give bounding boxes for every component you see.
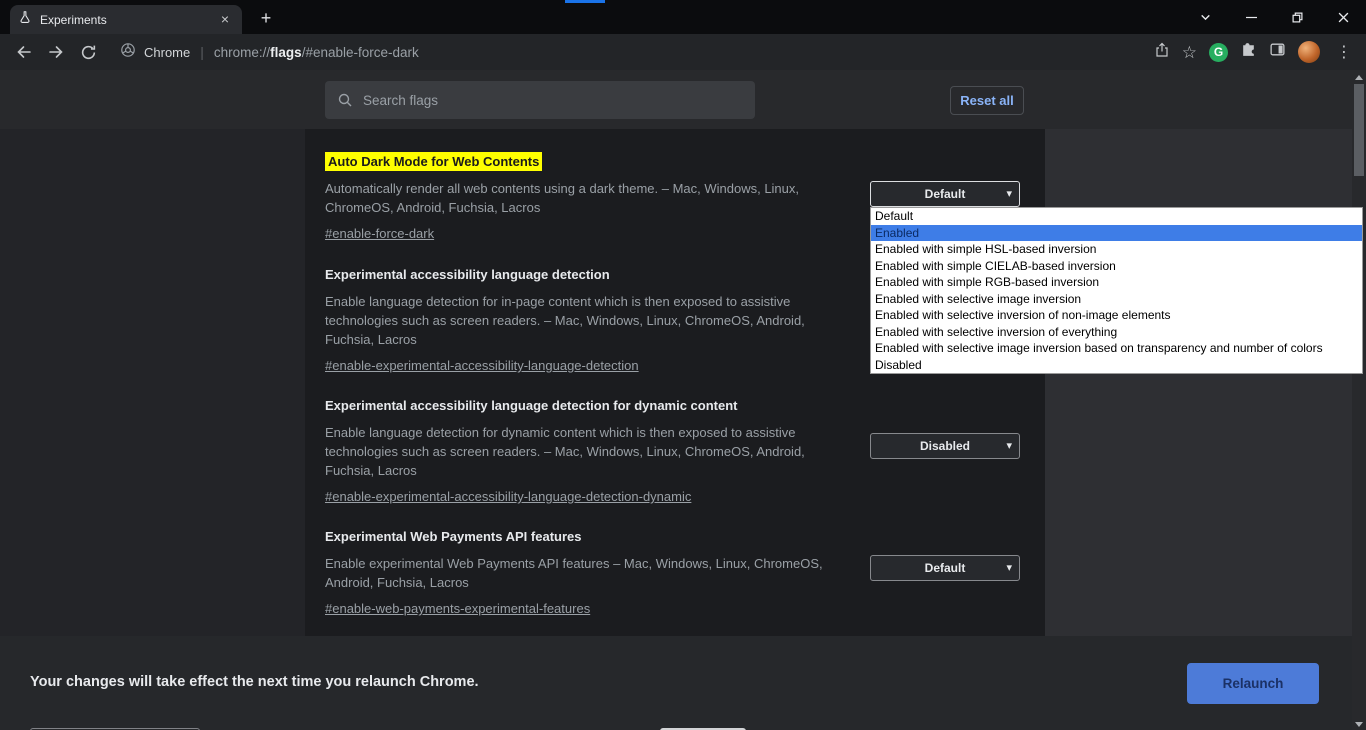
reload-button[interactable] (74, 38, 102, 66)
omnibox-divider: | (200, 44, 204, 60)
omnibox[interactable]: Chrome | chrome://flags/#enable-force-da… (120, 42, 419, 63)
flag-select-web-payments[interactable]: Default ▾ (870, 555, 1020, 581)
scrollbar-down-arrow[interactable] (1355, 722, 1363, 727)
search-flags-input[interactable] (325, 81, 755, 119)
flag-description: Automatically render all web contents us… (325, 181, 800, 215)
chevron-down-icon: ▾ (1006, 562, 1012, 574)
scrollbar[interactable] (1352, 70, 1366, 730)
flag-permalink[interactable]: #enable-experimental-accessibility-langu… (325, 358, 639, 373)
dropdown-option[interactable]: Enabled with selective inversion of ever… (871, 324, 1362, 341)
toolbar-actions: ☆ G ⋮ (1154, 41, 1356, 63)
flag-select-auto-dark-mode[interactable]: Default ▾ (870, 181, 1020, 207)
bookmark-star-icon[interactable]: ☆ (1182, 44, 1197, 61)
select-value: Disabled (919, 439, 970, 453)
flags-page: Reset all Auto Dark Mode for Web Content… (0, 70, 1366, 730)
flag-title: Experimental Web Payments API features (325, 529, 582, 544)
flag-entry-web-payments-api: Experimental Web Payments API features E… (325, 528, 855, 618)
tab-close-icon[interactable]: × (216, 11, 234, 29)
flag-permalink[interactable]: #enable-experimental-accessibility-langu… (325, 489, 691, 504)
experiments-flask-icon (18, 10, 32, 29)
extensions-puzzle-icon[interactable] (1240, 41, 1257, 63)
browser-toolbar: Chrome | chrome://flags/#enable-force-da… (0, 34, 1366, 70)
new-tab-button[interactable]: + (254, 7, 278, 31)
tab-title: Experiments (40, 12, 107, 27)
dropdown-option[interactable]: Enabled with selective inversion of non-… (871, 307, 1362, 324)
scrollbar-up-arrow[interactable] (1355, 75, 1363, 80)
dropdown-option[interactable]: Enabled with selective image inversion b… (871, 340, 1362, 357)
minimize-button[interactable] (1228, 0, 1274, 34)
flag-permalink[interactable]: #enable-web-payments-experimental-featur… (325, 601, 590, 616)
chevron-down-icon: ▾ (1006, 188, 1012, 200)
flag-select-accessibility-dynamic[interactable]: Disabled ▾ (870, 433, 1020, 459)
flag-title: Experimental accessibility language dete… (325, 267, 610, 282)
scrollbar-thumb[interactable] (1354, 84, 1364, 176)
engine-label: Chrome (144, 44, 191, 60)
url-path: /#enable-force-dark (301, 44, 419, 60)
relaunch-message: Your changes will take effect the next t… (30, 674, 479, 690)
select-value: Default (924, 561, 966, 575)
flag-entry-accessibility-language-detection: Experimental accessibility language dete… (325, 266, 855, 375)
loading-indicator-bar (565, 0, 605, 3)
reset-all-button[interactable]: Reset all (950, 86, 1024, 115)
window-titlebar: Experiments × + (0, 0, 1366, 34)
select-value: Default (924, 187, 966, 201)
left-gutter (0, 129, 305, 636)
chevron-down-icon: ▾ (1006, 440, 1012, 452)
back-button[interactable] (10, 38, 38, 66)
flag-description: Enable experimental Web Payments API fea… (325, 556, 823, 590)
flag-entry-accessibility-language-detection-dynamic: Experimental accessibility language dete… (325, 397, 855, 506)
browser-menu-kebab-icon[interactable]: ⋮ (1332, 42, 1356, 62)
window-controls (1182, 0, 1366, 34)
dropdown-option[interactable]: Enabled with simple RGB-based inversion (871, 274, 1362, 291)
flag-title: Experimental accessibility language dete… (325, 398, 738, 413)
grammarly-extension-icon[interactable]: G (1209, 42, 1228, 62)
close-window-button[interactable] (1320, 0, 1366, 34)
share-icon[interactable] (1154, 42, 1170, 63)
dropdown-option[interactable]: Disabled (871, 357, 1362, 374)
right-panel (1045, 129, 1352, 636)
search-flags-box (325, 81, 755, 119)
dropdown-option[interactable]: Default (871, 208, 1362, 225)
relaunch-button[interactable]: Relaunch (1187, 663, 1319, 704)
url-host: flags (270, 44, 302, 60)
flag-title: Auto Dark Mode for Web Contents (325, 152, 543, 171)
url-scheme: chrome:// (213, 44, 271, 60)
select-dropdown-list: Default Enabled Enabled with simple HSL-… (870, 207, 1363, 374)
flag-description: Enable language detection for dynamic co… (325, 425, 805, 478)
flag-description: Enable language detection for in-page co… (325, 294, 805, 347)
side-panel-icon[interactable] (1269, 41, 1286, 63)
dropdown-option[interactable]: Enabled with selective image inversion (871, 291, 1362, 308)
forward-button[interactable] (42, 38, 70, 66)
dropdown-option-selected[interactable]: Enabled (871, 224, 1362, 241)
browser-tab-experiments[interactable]: Experiments × (10, 5, 242, 34)
tab-search-chevron-icon[interactable] (1182, 0, 1228, 34)
dropdown-option[interactable]: Enabled with simple HSL-based inversion (871, 241, 1362, 258)
maximize-restore-button[interactable] (1274, 0, 1320, 34)
flag-permalink[interactable]: #enable-force-dark (325, 226, 434, 241)
url-text[interactable]: chrome://flags/#enable-force-dark (214, 45, 419, 60)
dropdown-option[interactable]: Enabled with simple CIELAB-based inversi… (871, 258, 1362, 275)
chrome-logo-icon (120, 42, 136, 63)
flag-entry-auto-dark-mode: Auto Dark Mode for Web Contents Automati… (325, 152, 855, 243)
profile-avatar[interactable] (1298, 41, 1320, 63)
